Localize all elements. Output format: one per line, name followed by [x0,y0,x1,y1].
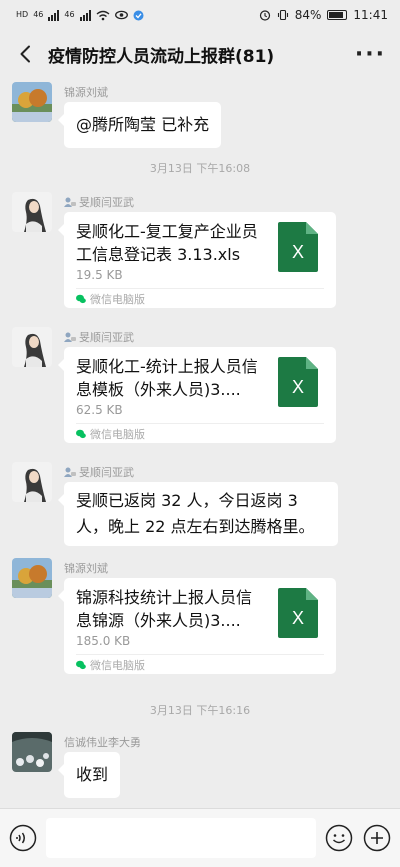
message-item: 旻顺闫亚武 旻顺化工-复工复产企业员工信息登记表 3.13.xls 19.5 K… [12,192,388,312]
text-bubble[interactable]: 收到 [57,752,121,798]
plus-icon[interactable] [362,823,392,853]
divider [76,288,324,289]
sender-name: 旻顺闫亚武 [64,464,134,480]
wechat-icon [76,294,86,304]
message-input[interactable] [46,818,316,858]
chat-title: 疫情防控人员流动上报群(81) [48,46,275,67]
excel-icon: X [278,357,318,407]
excel-icon: X [278,588,318,638]
network-mark-2: 46 [64,10,75,19]
file-card[interactable]: 锦源科技统计上报人员信息锦源（外来人员)3.... 185.0 KB X 微信电… [58,578,336,674]
voice-icon[interactable] [8,823,38,853]
divider [76,423,324,424]
emoji-icon[interactable] [324,823,354,853]
signal-icon-2 [79,9,91,21]
vibrate-icon [277,9,288,21]
avatar[interactable] [12,327,52,367]
status-right: 84% 11:41 [259,8,388,22]
signal-icon [48,9,60,21]
hd-mark: HD [16,10,29,19]
file-source-text: 微信电脑版 [90,428,145,441]
battery-level [329,12,343,18]
file-source: 微信电脑版 [76,291,145,307]
alarm-icon [259,10,270,21]
status-bar: HD 46 46 84% 11:41 [0,0,400,30]
avatar[interactable] [12,558,52,598]
wechat-icon [76,429,86,439]
file-size: 62.5 KB [76,403,123,417]
sender-name: 旻顺闫亚武 [64,329,134,345]
timestamp: 3月13日 下午16:08 [149,162,251,175]
timestamp: 3月13日 下午16:16 [149,704,251,717]
user-tag-icon [64,467,76,477]
file-card[interactable]: 旻顺化工-统计上报人员信息模板（外来人员)3.... 62.5 KB X 微信电… [58,347,336,443]
chat-message-list[interactable]: 锦源刘斌 @腾所陶莹 已补充 3月13日 下午16:08 旻顺闫亚武 旻顺化工-… [0,78,400,808]
wechat-icon [76,660,86,670]
sender-name: 旻顺闫亚武 [64,194,134,210]
chat-header: 疫情防控人员流动上报群(81) ··· [0,30,400,78]
chevron-left-icon[interactable] [14,43,36,65]
sender-name: 锦源刘斌 [64,562,108,575]
eye-icon [114,10,128,20]
file-source-text: 微信电脑版 [90,293,145,306]
file-source: 微信电脑版 [76,426,145,442]
text-bubble[interactable]: @腾所陶莹 已补充 [57,102,222,148]
app-notification-icon [133,10,144,20]
file-size: 19.5 KB [76,268,123,282]
battery-icon [327,10,348,20]
message-item: 信诚伟业李大勇 收到 [12,732,388,802]
sender-name-text: 旻顺闫亚武 [79,331,134,344]
clock: 11:41 [353,8,388,22]
file-name: 锦源科技统计上报人员信息锦源（外来人员)3.... [76,588,253,630]
text-bubble[interactable]: 旻顺已返岗 32 人，今日返岗 3 人，晚上 22 点左右到达腾格里。 [58,482,338,546]
message-item: 锦源刘斌 锦源科技统计上报人员信息锦源（外来人员)3.... 185.0 KB … [12,558,388,678]
file-name: 旻顺化工-统计上报人员信息模板（外来人员)3.... [76,357,258,399]
file-card[interactable]: 旻顺化工-复工复产企业员工信息登记表 3.13.xls 19.5 KB X 微信… [58,212,336,308]
file-source: 微信电脑版 [76,657,145,673]
avatar[interactable] [12,192,52,232]
input-bar [0,808,400,867]
message-item: 旻顺闫亚武 旻顺化工-统计上报人员信息模板（外来人员)3.... 62.5 KB… [12,327,388,447]
avatar[interactable] [12,82,52,122]
svg-text:X: X [292,242,304,262]
status-left: HD 46 46 [16,9,144,21]
message-item: 旻顺闫亚武 旻顺已返岗 32 人，今日返岗 3 人，晚上 22 点左右到达腾格里… [12,462,388,552]
wifi-icon [96,10,110,20]
file-size: 185.0 KB [76,634,131,648]
network-mark: 46 [33,10,44,19]
user-tag-icon [64,332,76,342]
file-name: 旻顺化工-复工复产企业员工信息登记表 3.13.xls [76,222,258,264]
excel-icon: X [278,222,318,272]
sender-name-text: 旻顺闫亚武 [79,196,134,209]
svg-text:X: X [292,608,304,628]
battery-percent: 84% [294,8,322,22]
more-icon[interactable]: ··· [355,42,386,67]
user-tag-icon [64,197,76,207]
file-source-text: 微信电脑版 [90,659,145,672]
message-item: 锦源刘斌 @腾所陶莹 已补充 [12,82,388,148]
sender-name: 信诚伟业李大勇 [64,736,141,749]
svg-text:X: X [292,377,304,397]
divider [76,654,324,655]
sender-name: 锦源刘斌 [64,86,108,99]
avatar[interactable] [12,462,52,502]
avatar[interactable] [12,732,52,772]
sender-name-text: 旻顺闫亚武 [79,466,134,479]
